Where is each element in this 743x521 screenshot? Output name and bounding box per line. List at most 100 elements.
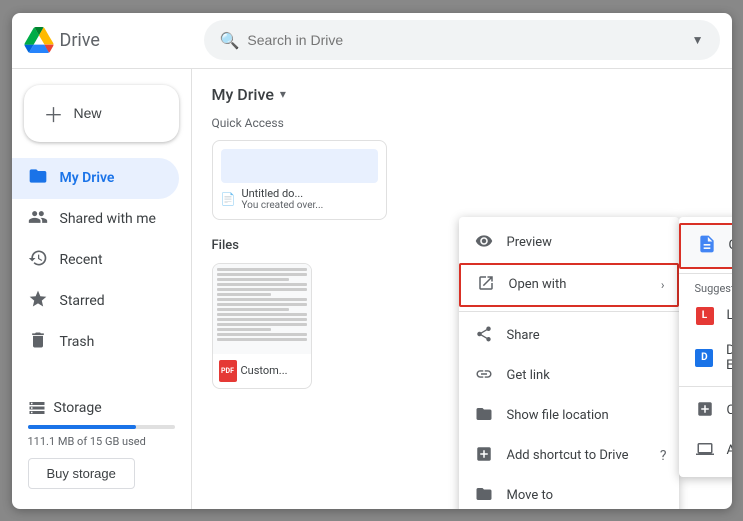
menu-item-share[interactable]: Share <box>459 316 679 356</box>
file-line <box>217 323 307 326</box>
share-icon <box>475 325 493 347</box>
file-line <box>217 268 307 271</box>
storage-icon <box>28 399 46 417</box>
menu-item-open-with[interactable]: Open with › <box>459 263 679 307</box>
submenu-item-lumin[interactable]: L Lumin PDF <box>679 297 732 334</box>
file-line <box>217 338 307 341</box>
search-input[interactable] <box>247 32 683 48</box>
search-dropdown-icon[interactable]: ▼ <box>692 33 704 47</box>
submenu-item-dochub[interactable]: D DocHub - PDF Sign and Edit <box>679 334 732 382</box>
main-dropdown-icon[interactable]: ▾ <box>280 87 286 101</box>
menu-item-move-to[interactable]: Move to <box>459 476 679 509</box>
menu-item-move-to-label: Move to <box>507 488 554 503</box>
main-content: My Drive ▾ Quick Access 📄 Untitled do...… <box>192 69 732 509</box>
submenu-computer-label: Apps on your Computer <box>727 443 732 458</box>
storage-bar-fill <box>28 425 137 429</box>
file-line <box>217 298 307 301</box>
menu-item-open-with-label: Open with <box>509 277 567 292</box>
buy-storage-button[interactable]: Buy storage <box>28 458 135 489</box>
menu-item-preview[interactable]: Preview <box>459 223 679 263</box>
trash-icon <box>28 330 48 355</box>
people-icon <box>28 207 48 232</box>
submenu-divider <box>679 273 732 274</box>
google-docs-icon <box>697 234 717 258</box>
submenu-lumin-label: Lumin PDF <box>727 308 732 323</box>
sidebar-item-my-drive-label: My Drive <box>60 170 115 186</box>
quick-access-grid: 📄 Untitled do... You created over... <box>212 140 712 220</box>
sidebar-item-shared[interactable]: Shared with me <box>12 199 179 240</box>
file-line <box>217 288 307 291</box>
file-line <box>217 308 289 311</box>
folder-open-icon <box>475 405 493 427</box>
file-line <box>217 273 307 276</box>
menu-item-show-location[interactable]: Show file location <box>459 396 679 436</box>
storage-section: Storage 111.1 MB of 15 GB used Buy stora… <box>12 387 191 501</box>
submenu-divider-2 <box>679 386 732 387</box>
file-card-name: Custom... <box>241 364 288 377</box>
storage-text-label: Storage <box>54 400 102 416</box>
sidebar: ＋ New My Drive Shared with me Recent <box>12 69 192 509</box>
sidebar-item-my-drive[interactable]: My Drive <box>12 158 179 199</box>
menu-item-add-shortcut[interactable]: Add shortcut to Drive ? <box>459 436 679 476</box>
submenu-arrow-icon: › <box>661 278 665 292</box>
quick-access-label: Quick Access <box>212 116 712 130</box>
plus-icon: ＋ <box>44 99 64 128</box>
header: Drive 🔍 ▼ <box>12 13 732 69</box>
file-preview-lines <box>217 268 307 341</box>
submenu-item-connect[interactable]: Connect more apps <box>679 391 732 431</box>
context-menu: Preview Open with › Share <box>459 217 679 509</box>
menu-item-add-shortcut-label: Add shortcut to Drive <box>507 448 629 463</box>
new-button[interactable]: ＋ New <box>24 85 179 142</box>
menu-item-get-link[interactable]: Get link <box>459 356 679 396</box>
move-icon <box>475 485 493 507</box>
submenu: Google Docs Suggested apps L Lumin PDF D… <box>679 217 732 477</box>
search-icon: 🔍 <box>220 31 240 50</box>
sidebar-item-starred-label: Starred <box>60 293 105 309</box>
help-icon: ? <box>660 448 667 464</box>
open-with-icon <box>477 274 495 296</box>
folder-icon <box>28 166 48 191</box>
sidebar-item-shared-label: Shared with me <box>60 211 156 227</box>
pdf-icon: PDF <box>219 360 237 382</box>
file-line <box>217 333 307 336</box>
body: ＋ New My Drive Shared with me Recent <box>12 69 732 509</box>
link-icon <box>475 365 493 387</box>
file-line <box>217 303 307 306</box>
file-card[interactable]: PDF Custom... <box>212 263 312 389</box>
file-line <box>217 278 289 281</box>
app-title: Drive <box>60 30 100 51</box>
sidebar-item-starred[interactable]: Starred <box>12 281 179 322</box>
quick-access-card[interactable]: 📄 Untitled do... You created over... <box>212 140 387 220</box>
submenu-connect-label: Connect more apps <box>727 403 732 418</box>
new-button-label: New <box>74 105 102 121</box>
file-line <box>217 313 307 316</box>
sidebar-item-recent[interactable]: Recent <box>12 240 179 281</box>
main-title: My Drive <box>212 85 274 104</box>
storage-used-text: 111.1 MB of 15 GB used <box>28 435 175 448</box>
connect-icon <box>695 400 715 422</box>
submenu-item-google-docs[interactable]: Google Docs <box>679 223 732 269</box>
menu-item-share-label: Share <box>507 328 540 343</box>
file-line <box>217 293 271 296</box>
sidebar-item-trash[interactable]: Trash <box>12 322 179 363</box>
menu-item-get-link-label: Get link <box>507 368 550 383</box>
main-header: My Drive ▾ <box>212 85 712 104</box>
search-bar[interactable]: 🔍 ▼ <box>204 20 720 60</box>
submenu-dochub-label: DocHub - PDF Sign and Edit <box>726 343 731 373</box>
file-preview <box>213 264 311 354</box>
submenu-google-docs-label: Google Docs <box>729 238 732 253</box>
doc-icon: 📄 <box>221 192 236 206</box>
dochub-icon: D <box>695 348 715 367</box>
storage-bar-bg <box>28 425 175 429</box>
qa-card-preview <box>221 149 378 183</box>
menu-divider <box>459 311 679 312</box>
submenu-item-computer[interactable]: Apps on your Computer <box>679 431 732 471</box>
suggested-apps-label: Suggested apps <box>679 278 732 297</box>
clock-icon <box>28 248 48 273</box>
preview-icon <box>475 232 493 254</box>
logo-area: Drive <box>24 27 204 53</box>
storage-label: Storage <box>28 399 175 417</box>
add-shortcut-icon <box>475 445 493 467</box>
menu-item-preview-label: Preview <box>507 235 552 250</box>
file-card-footer: PDF Custom... <box>213 354 311 388</box>
